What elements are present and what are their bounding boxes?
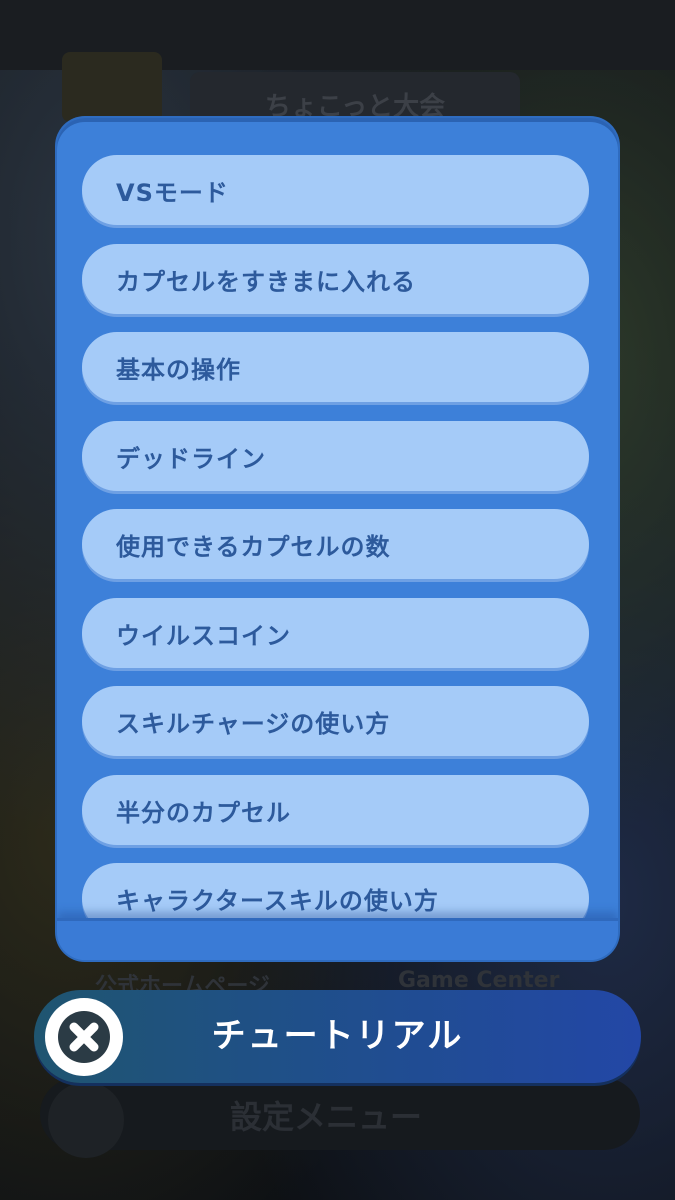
tutorial-item-skill-charge[interactable]: スキルチャージの使い方 [82,686,589,756]
tutorial-item-character-skill[interactable]: キャラクタースキルの使い方 [82,863,589,918]
tutorial-item-vs-mode[interactable]: VSモード [82,155,589,225]
tutorial-item-virus-coin[interactable]: ウイルスコイン [82,598,589,668]
tutorial-panel-footer [57,918,618,960]
tutorial-title: チュートリアル [211,1016,464,1056]
background-close-icon [48,1082,124,1158]
tutorial-item-basic-controls[interactable]: 基本の操作 [82,332,589,402]
tutorial-item-capsule-gap[interactable]: カプセルをすきまに入れる [82,244,589,314]
tutorial-list[interactable]: VSモード カプセルをすきまに入れる 基本の操作 デッドライン 使用できるカプセ… [57,118,618,918]
tutorial-item-deadline[interactable]: デッドライン [82,421,589,491]
background-thumbnail [62,52,162,122]
tutorial-item-half-capsule[interactable]: 半分のカプセル [82,775,589,845]
tutorial-item-capsule-count[interactable]: 使用できるカプセルの数 [82,509,589,579]
tutorial-panel: VSモード カプセルをすきまに入れる 基本の操作 デッドライン 使用できるカプセ… [57,118,618,960]
background-settings-title: 設定メニュー [230,1098,423,1136]
